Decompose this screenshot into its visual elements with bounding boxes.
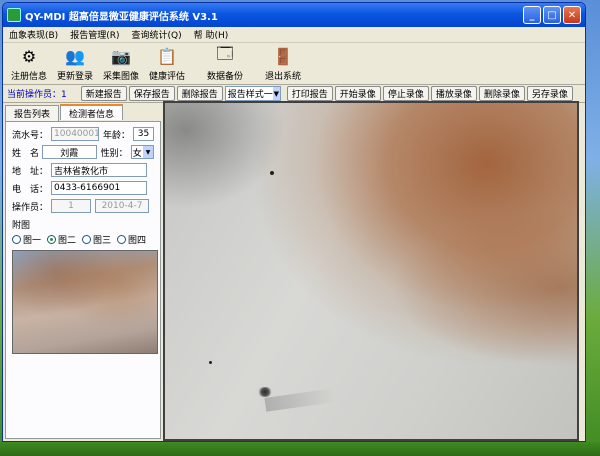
delete-record-button[interactable]: 删除录像 [478,86,525,101]
radio-image-4[interactable]: 图四 [117,233,146,246]
report-style-select[interactable]: 报告样式一 ▼ [224,86,281,101]
menu-report[interactable]: 报告管理(R) [70,28,119,41]
image-speck [209,361,212,364]
age-label: 年龄： [103,130,131,141]
name-field[interactable]: 刘霞 [42,145,97,159]
register-button[interactable]: ⚙ 注册信息 [7,45,51,83]
radio-dot[interactable] [12,235,21,244]
phone-label: 电 话： [12,184,49,195]
print-report-button[interactable]: 打印报告 [286,86,333,101]
health-assess-button[interactable]: 📋 健康评估 [145,45,189,83]
chevron-down-icon[interactable]: ▼ [143,146,153,158]
current-operator: 当前操作员：1 [7,90,67,100]
attached-image-thumbnail[interactable] [12,250,158,354]
register-label: 注册信息 [10,72,47,82]
minimize-button[interactable]: _ [523,6,541,24]
menu-query[interactable]: 查询统计(Q) [131,28,181,41]
camera-icon: 📷 [111,46,131,66]
delete-report-button[interactable]: 删除报告 [176,86,223,101]
phone-row: 电 话： 0433-6166901 [12,180,154,196]
microscope-image-view[interactable] [163,101,579,441]
tab-report-list[interactable]: 报告列表 [5,105,60,121]
tab-subject-info[interactable]: 检测者信息 [60,104,124,120]
users-icon: 👥 [65,46,85,66]
gender-value: 女 [132,148,142,159]
capture-image-label: 采集图像 [102,72,139,82]
image-streak [264,388,336,412]
window-title: QY-MDI 超高倍显微亚健康评估系统 V3.1 [25,11,218,23]
backup-icon: 🗔 [216,43,234,63]
app-icon [7,8,21,22]
radio-dot-selected[interactable] [47,235,57,244]
gender-select[interactable]: 女 ▼ [130,145,154,159]
image-particle [257,387,273,397]
radio-dot[interactable] [117,235,127,244]
maximize-button[interactable]: □ [543,6,561,24]
desktop-strip [0,442,600,456]
operator-field[interactable]: 1 [51,199,92,213]
date-field[interactable]: 2010-4-7 [95,199,150,213]
name-gender-row: 姓 名 刘霞 性别： 女 ▼ [12,144,154,160]
subject-info-panel: 流水号： 10040001 年龄： 35 姓 名 刘霞 性别： 女 ▼ 地 址：… [5,121,161,439]
serial-label: 流水号： [12,130,49,141]
address-row: 地 址： 吉林省敦化市 [12,162,154,178]
new-report-button[interactable]: 新建报告 [80,86,127,101]
toolbar: ⚙ 注册信息 👥 更新登录 📷 采集图像 📋 健康评估 🗔 数据备份 🚪 退出系… [3,43,585,85]
gender-label: 性别： [100,148,128,159]
serial-age-row: 流水号： 10040001 年龄： 35 [12,126,154,142]
attach-radio-group: 图一 图二 图三 图四 [12,233,154,246]
operator-date-row: 操作员： 1 2010-4-7 [12,198,154,214]
exit-system-button[interactable]: 🚪 退出系统 [261,45,305,83]
radio-image-3[interactable]: 图三 [82,233,111,246]
attach-title: 附图 [12,221,31,231]
radio-image-2[interactable]: 图二 [47,233,76,246]
menu-help[interactable]: 帮 助(H) [194,28,229,41]
radio-image-1[interactable]: 图一 [12,233,41,246]
play-record-button[interactable]: 播放录像 [430,86,477,101]
data-backup-button[interactable]: 🗔 数据备份 [203,43,247,83]
address-label: 地 址： [12,166,49,177]
save-as-record-button[interactable]: 另存录像 [526,86,573,101]
main-window: QY-MDI 超高倍显微亚健康评估系统 V3.1 _ □ ✕ 血象表现(B) 报… [2,2,586,442]
serial-field[interactable]: 10040001 [51,127,100,141]
address-field[interactable]: 吉林省敦化市 [51,163,148,177]
name-label: 姓 名 [12,148,40,159]
close-button[interactable]: ✕ [563,6,581,24]
exit-icon: 🚪 [273,46,293,66]
update-login-label: 更新登录 [56,72,93,82]
report-style-value: 报告样式一 [227,90,273,100]
radio-label: 图一 [23,236,42,246]
stop-record-button[interactable]: 停止录像 [382,86,429,101]
phone-field[interactable]: 0433-6166901 [51,181,148,195]
gear-icon: ⚙ [21,46,37,66]
tab-strip: 报告列表 检测者信息 [5,104,161,121]
radio-label: 图三 [93,236,112,246]
clipboard-icon: 📋 [157,46,177,66]
operator-label: 操作员： [12,202,49,213]
title-bar[interactable]: QY-MDI 超高倍显微亚健康评估系统 V3.1 _ □ ✕ [3,3,585,27]
menu-bar: 血象表现(B) 报告管理(R) 查询统计(Q) 帮 助(H) [3,27,585,43]
exit-system-label: 退出系统 [264,72,301,82]
radio-label: 图二 [58,236,77,246]
radio-label: 图四 [128,236,147,246]
menu-blood[interactable]: 血象表现(B) [9,28,58,41]
image-speck [270,171,274,175]
left-panel: 报告列表 检测者信息 流水号： 10040001 年龄： 35 姓 名 刘霞 性… [5,104,161,439]
capture-image-button[interactable]: 📷 采集图像 [99,45,143,83]
save-report-button[interactable]: 保存报告 [128,86,175,101]
radio-dot[interactable] [82,235,92,244]
chevron-down-icon[interactable]: ▼ [272,87,280,100]
age-field[interactable]: 35 [133,127,154,141]
update-login-button[interactable]: 👥 更新登录 [53,45,97,83]
health-assess-label: 健康评估 [148,72,185,82]
data-backup-label: 数据备份 [206,72,243,82]
start-record-button[interactable]: 开始录像 [334,86,381,101]
